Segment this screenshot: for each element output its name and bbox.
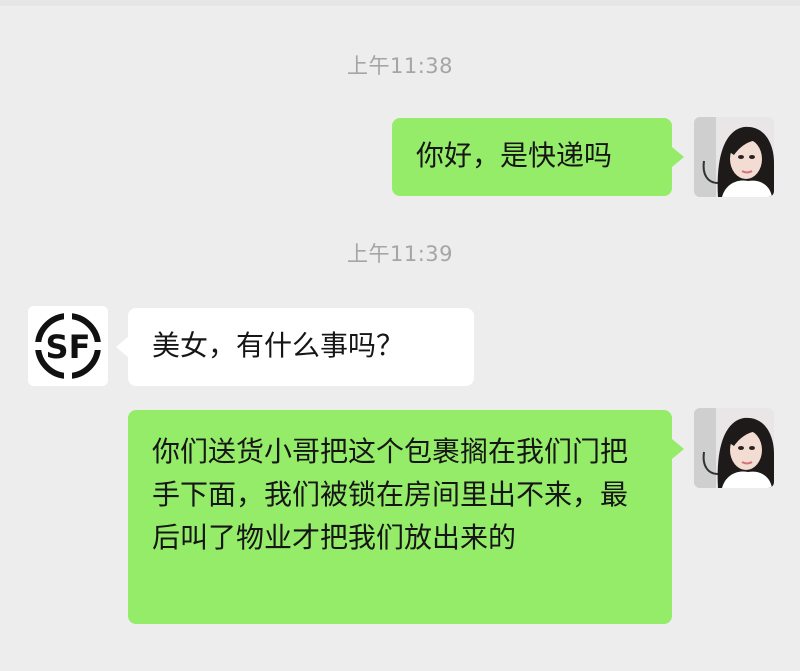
sf-logo-text: SF xyxy=(46,328,91,366)
timestamp: 上午11:39 xyxy=(346,242,454,266)
message-text: 你好，是快递吗 xyxy=(416,139,613,172)
incoming-message-bubble[interactable]: 美女，有什么事吗？ xyxy=(116,308,474,386)
sf-logo-icon: SF xyxy=(28,306,108,386)
outgoing-message-bubble[interactable]: 你好，是快递吗 xyxy=(392,118,684,196)
bubble-tail xyxy=(672,439,684,459)
bubble-tail xyxy=(116,337,128,357)
timestamp: 上午11:38 xyxy=(346,54,454,78)
user-avatar[interactable] xyxy=(694,408,774,488)
user-avatar-image xyxy=(694,408,774,488)
message-text: 美女，有什么事吗？ xyxy=(152,329,405,362)
user-avatar-image xyxy=(694,117,774,197)
top-divider xyxy=(0,0,800,6)
message-text: 你们送货小哥把这个包裹搁在我们门把手下面，我们被锁在房间里出不来，最后叫了物业才… xyxy=(152,435,629,554)
bubble-tail xyxy=(672,147,684,167)
sf-avatar[interactable]: SF xyxy=(28,306,108,386)
user-avatar[interactable] xyxy=(694,117,774,197)
outgoing-message-bubble[interactable]: 你们送货小哥把这个包裹搁在我们门把手下面，我们被锁在房间里出不来，最后叫了物业才… xyxy=(128,410,684,624)
